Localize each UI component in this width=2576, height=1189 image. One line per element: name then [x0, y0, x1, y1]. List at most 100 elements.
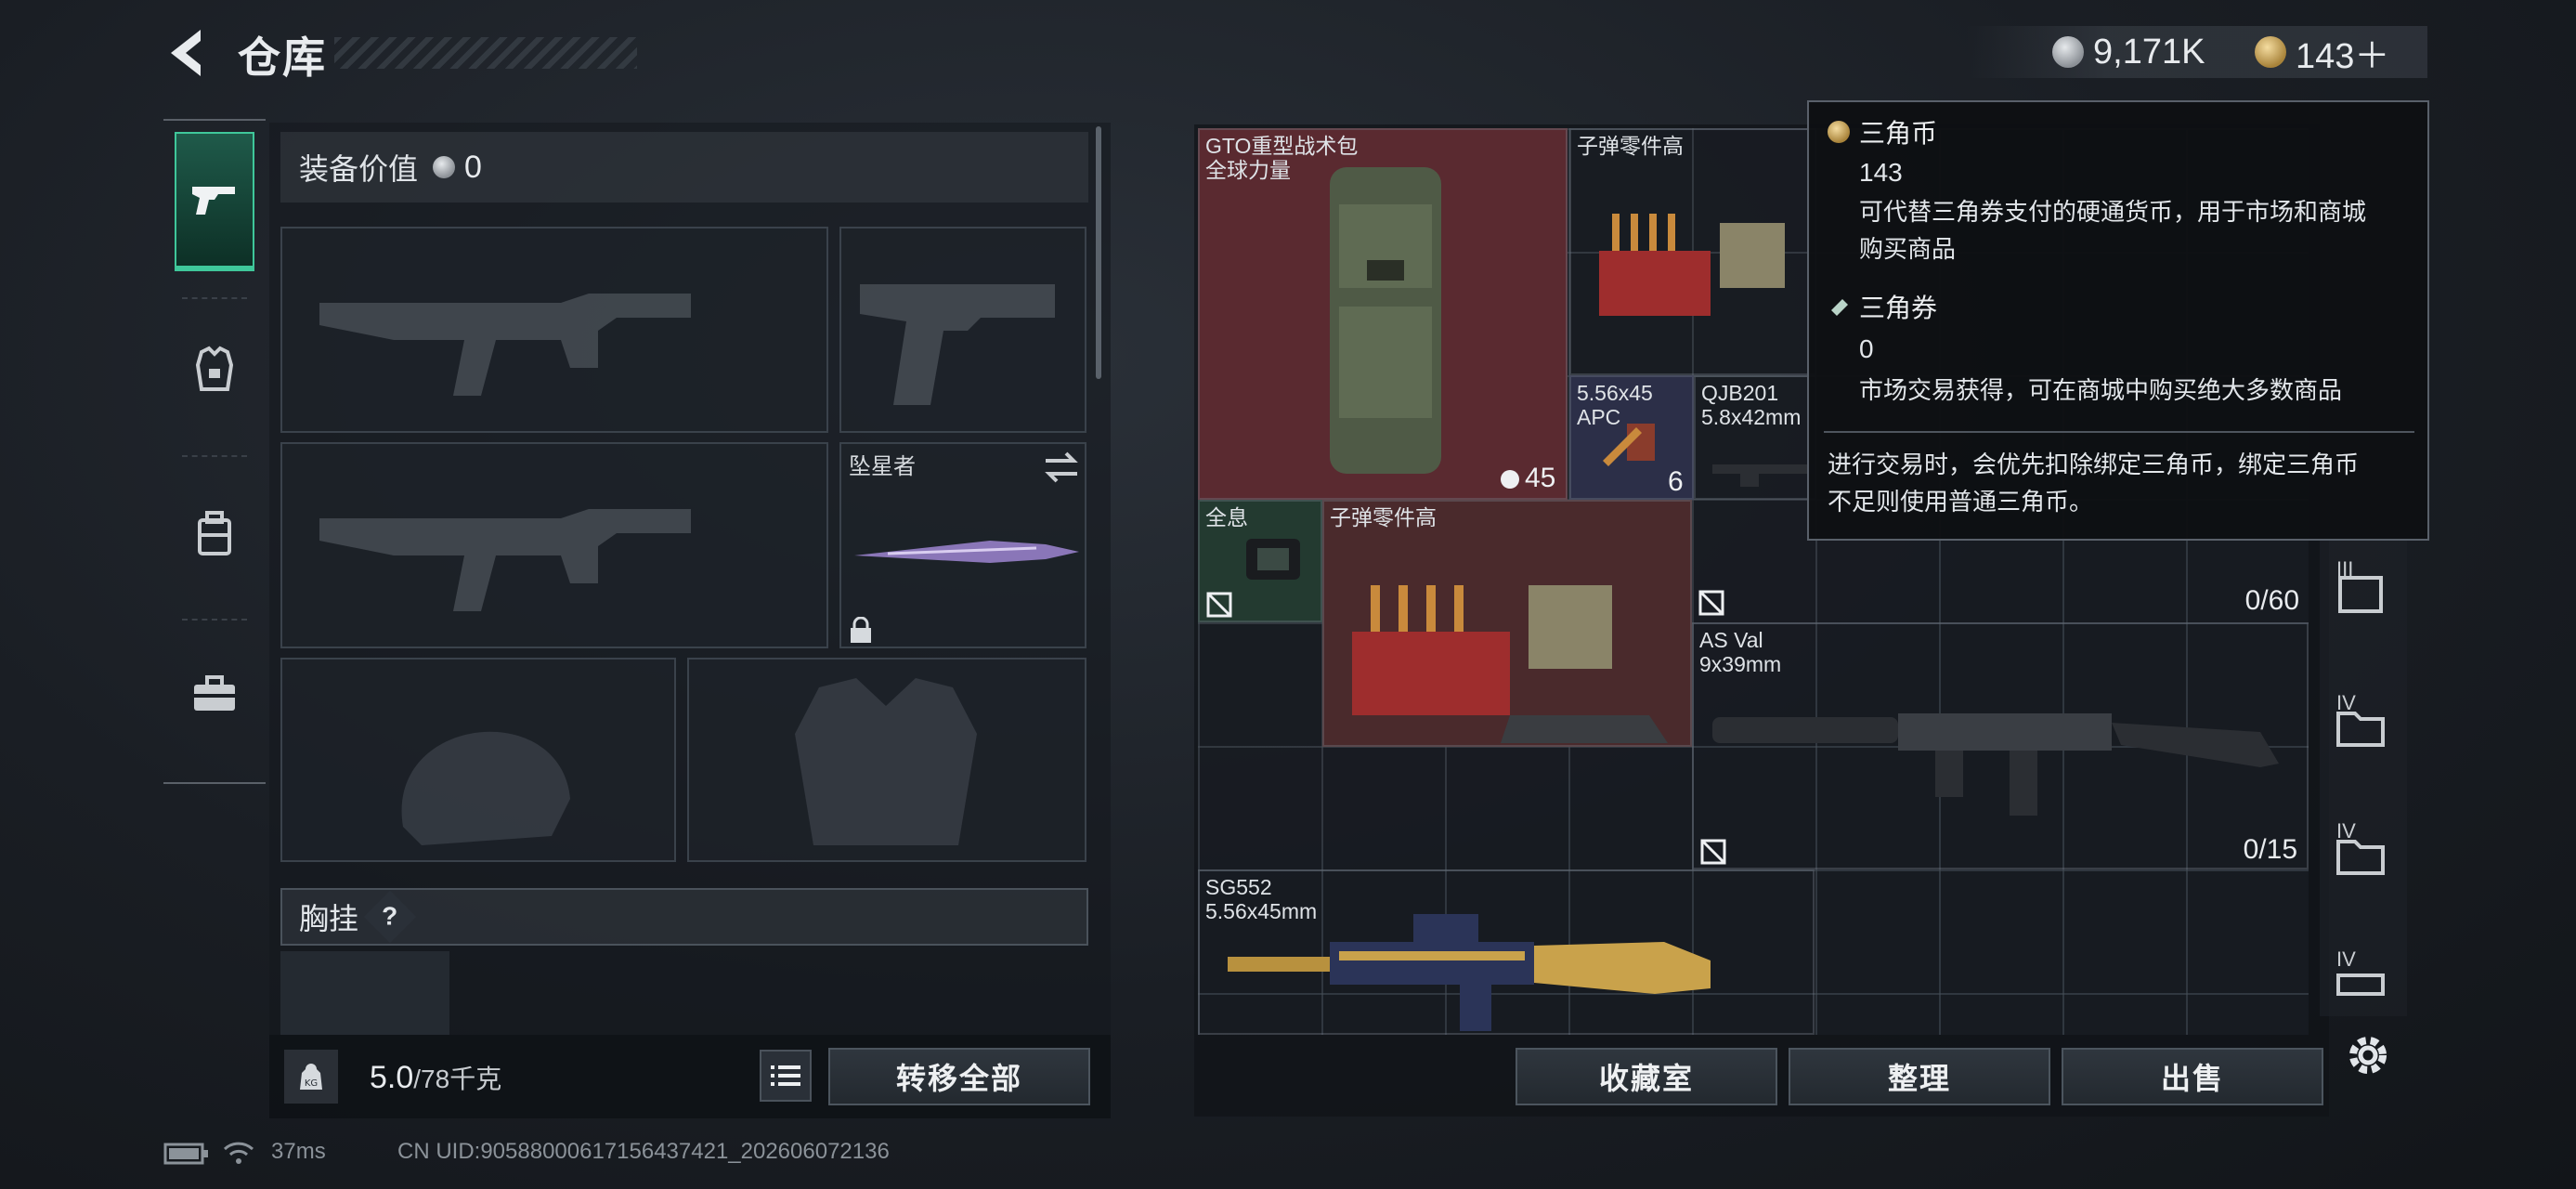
list-view-button[interactable]: [760, 1050, 812, 1102]
backpack-icon: [198, 511, 231, 555]
tooltip-coin-value: 143: [1859, 158, 1903, 187]
silver-coin-value: 9,171K: [2093, 32, 2205, 72]
item-name: QJB201 5.8x42mm: [1701, 381, 1802, 429]
pistol-icon: [192, 187, 235, 215]
melee-blade-icon: [854, 541, 1079, 563]
battery-icon: [163, 1143, 210, 1169]
tab-helmet-armor[interactable]: [175, 299, 254, 438]
equipment-scrollbar[interactable]: [1096, 126, 1101, 379]
body-armor-slot[interactable]: [687, 658, 1086, 862]
tab-weapons[interactable]: [175, 132, 254, 271]
lmg-image: [1712, 464, 1815, 487]
tier-filter-4[interactable]: IV: [2333, 691, 2388, 757]
capacity-icon: [1501, 470, 1519, 489]
tier-label: IV: [2336, 947, 2356, 971]
item-bullet-parts[interactable]: 子弹零件高: [1569, 128, 1816, 375]
toolbox-icon: [194, 675, 235, 711]
sidearm-slot[interactable]: [839, 227, 1086, 433]
tier-label: III: [2336, 557, 2354, 581]
help-button[interactable]: ?: [363, 890, 417, 944]
triangle-coin-balance[interactable]: 143＋: [2255, 28, 2389, 76]
sell-button[interactable]: 出售: [2062, 1048, 2323, 1105]
item-name: 子弹零件高: [1330, 505, 1437, 529]
tooltip-note: 进行交易时，会优先扣除绑定三角币，绑定三角币: [1828, 451, 2360, 478]
kettlebell-icon: KG: [300, 1064, 322, 1090]
tier-label: IV: [2336, 691, 2356, 714]
silver-coin-icon: [2052, 36, 2084, 68]
holo-sight-image: [1246, 539, 1300, 580]
weight-max: /78千克: [413, 1065, 502, 1093]
item-as-val[interactable]: AS Val 9x39mm 0/15: [1692, 622, 2309, 869]
item-name: 子弹零件高: [1577, 134, 1684, 158]
ping-readout: 37ms: [271, 1139, 326, 1164]
equipment-value-label: 装备价值: [299, 152, 419, 186]
pistol-silhouette-icon: [860, 284, 1055, 405]
lock-icon: [851, 617, 871, 643]
item-sg552[interactable]: SG552 5.56x45mm: [1198, 869, 1815, 1035]
tier-filter-4b[interactable]: IV: [2333, 819, 2388, 885]
ammo-image: [1603, 424, 1655, 466]
silver-coin-balance[interactable]: 9,171K: [2052, 28, 2205, 76]
tier-filter-3[interactable]: III: [2333, 557, 2388, 623]
melee-slot[interactable]: 坠星者: [839, 442, 1086, 648]
triangle-coin-value: 143＋: [2296, 36, 2390, 76]
item-backpack[interactable]: GTO重型战术包 全球力量 45: [1198, 128, 1568, 500]
unmodifiable-icon: [1206, 592, 1232, 618]
back-button[interactable]: [163, 26, 210, 80]
tab-toolbox[interactable]: [175, 624, 254, 764]
settings-button[interactable]: [2342, 1029, 2394, 1081]
tooltip-ticket-value: 0: [1859, 334, 1874, 363]
item-name: AS Val 9x39mm: [1699, 628, 1782, 676]
container-capacity: 0/15: [2243, 834, 2297, 865]
rail-divider: [182, 455, 247, 457]
item-qjb201[interactable]: QJB201 5.8x42mm: [1694, 375, 1816, 500]
tooltip-coin-desc-cont: 购买商品: [1859, 235, 1957, 263]
weight-icon: KG: [284, 1050, 338, 1104]
rifle-silhouette-icon: [319, 509, 691, 611]
armor-icon: [195, 346, 234, 391]
as-val-image: [1712, 713, 2279, 816]
primary-weapon-slot-2[interactable]: [280, 442, 828, 648]
unmodifiable-icon: [1698, 590, 1724, 616]
helmet-silhouette-icon: [401, 731, 570, 845]
container-capacity: 0/60: [2244, 585, 2299, 616]
collection-room-button[interactable]: 收藏室: [1516, 1048, 1777, 1105]
item-count: 45: [1525, 463, 1556, 493]
tooltip-separator: [1824, 431, 2414, 433]
silver-coin-icon: [433, 156, 456, 178]
tooltip-coin-title: 三角币: [1859, 119, 1938, 148]
unmodifiable-icon: [1700, 839, 1726, 865]
wifi-icon: [223, 1141, 254, 1169]
rail-divider: [182, 619, 247, 621]
tooltip-coin-heading: 三角币: [1828, 113, 1937, 150]
ticket-icon: [1831, 299, 1848, 316]
tooltip-ticket-title: 三角券: [1859, 294, 1938, 322]
currency-tooltip: 三角币 143 可代替三角券支付的硬通货币，用于市场和商城 购买商品 三角券 0…: [1807, 100, 2429, 541]
tab-backpack[interactable]: [175, 464, 254, 604]
help-glyph: ?: [382, 901, 398, 931]
chest-rig-slot[interactable]: [280, 951, 449, 1035]
equipment-value-bar: 装备价值 0: [280, 132, 1088, 203]
gear-icon: [2349, 1037, 2387, 1074]
swap-icon[interactable]: [1044, 451, 1079, 483]
transfer-all-button[interactable]: 转移全部: [828, 1048, 1090, 1105]
vest-silhouette-icon: [795, 678, 977, 845]
page-title: 仓库: [238, 33, 327, 82]
chest-rig-header: 胸挂 ?: [280, 888, 1088, 946]
equipment-value: 0: [464, 149, 482, 185]
primary-weapon-slot-1[interactable]: [280, 227, 828, 433]
item-ammo-556[interactable]: 5.56x45 APC 6: [1569, 375, 1694, 500]
tier-filter-4c[interactable]: IV: [2333, 947, 2388, 1013]
user-uid: CN UID:9058800061715643742​1_20260607213…: [397, 1139, 890, 1164]
tooltip-coin-desc: 可代替三角券支付的硬通货币，用于市场和商城: [1859, 198, 2367, 226]
weight-current: 5.0: [370, 1060, 414, 1095]
sort-button[interactable]: 整理: [1789, 1048, 2050, 1105]
chest-rig-label: 胸挂: [299, 902, 359, 935]
rifle-silhouette-icon: [319, 294, 691, 396]
item-bullet-parts[interactable]: 子弹零件高: [1322, 500, 1692, 747]
melee-name: 坠星者: [849, 454, 916, 479]
weight-readout: 5.0/78千克: [370, 1059, 501, 1096]
triangle-coin-icon: [2255, 36, 2286, 68]
helmet-slot[interactable]: [280, 658, 676, 862]
item-holo-sight[interactable]: 全息: [1198, 500, 1322, 622]
